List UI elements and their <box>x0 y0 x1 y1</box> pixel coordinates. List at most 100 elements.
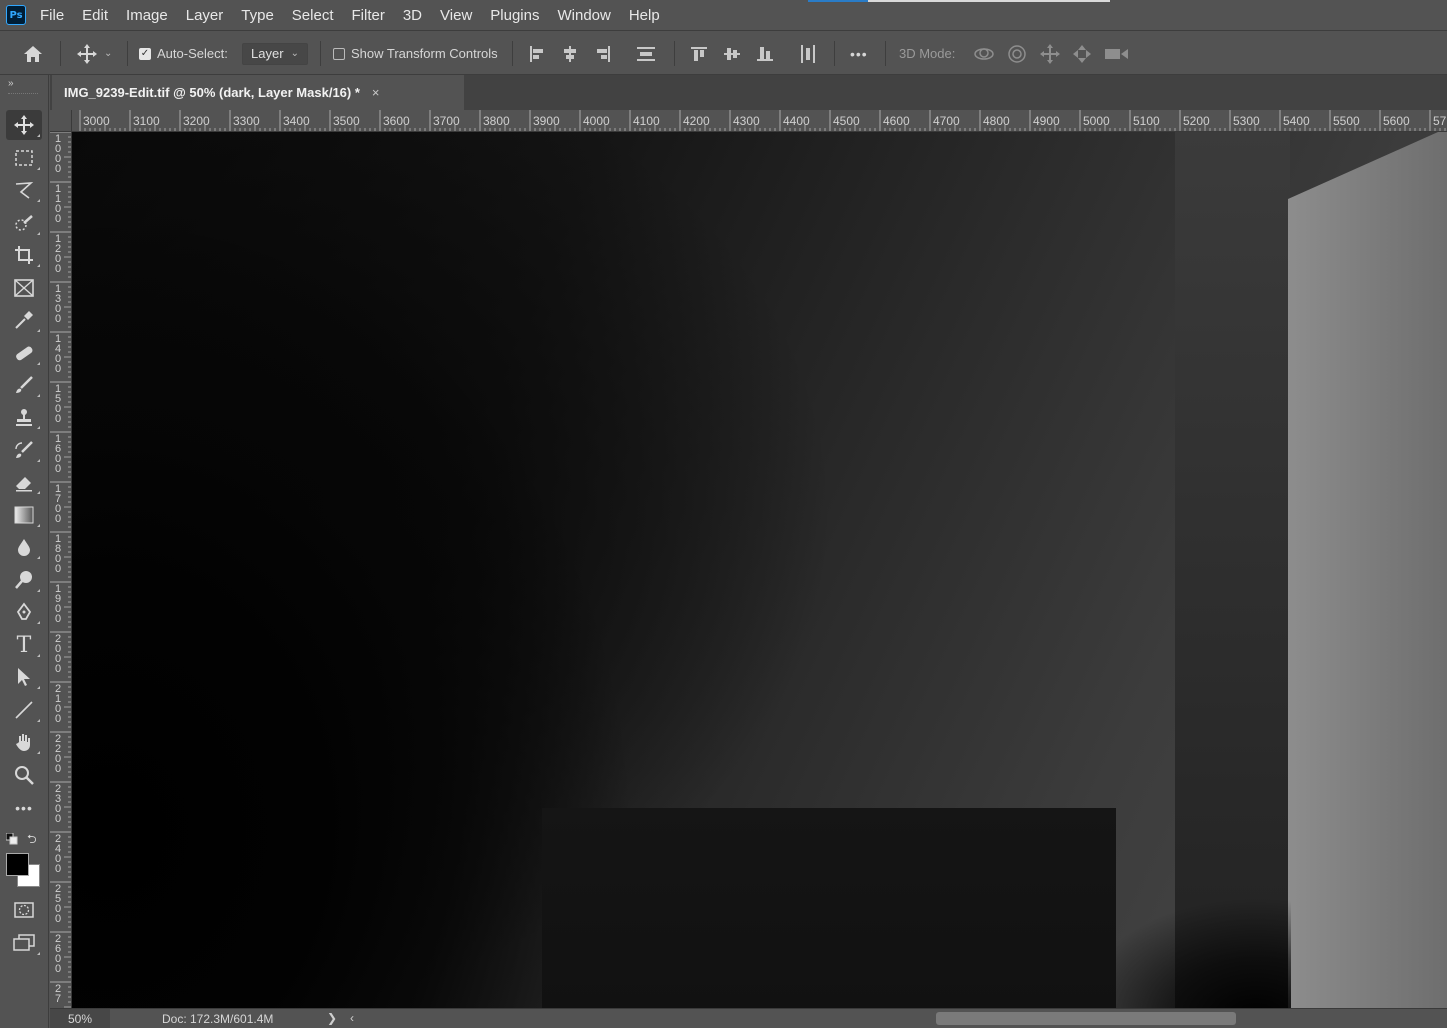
align-horizontal-center-button[interactable] <box>561 31 579 76</box>
quick-selection-tool[interactable] <box>6 208 42 238</box>
move-tool-preset-button[interactable]: ⌄ <box>76 31 112 76</box>
canvas-bright-region <box>1288 132 1447 1008</box>
default-colors-icon <box>5 832 18 845</box>
ruler-label: 3100 <box>133 114 160 128</box>
menu-view[interactable]: View <box>440 7 472 24</box>
eraser-tool[interactable] <box>6 467 42 497</box>
default-colors-button[interactable] <box>5 832 18 845</box>
3d-orbit-button[interactable] <box>973 31 995 76</box>
dodge-tool[interactable] <box>6 565 42 595</box>
ruler-origin[interactable] <box>50 110 72 132</box>
pen-icon <box>16 602 32 620</box>
screen-mode-button[interactable] <box>6 928 42 958</box>
menu-image[interactable]: Image <box>126 7 168 24</box>
quick-mask-button[interactable] <box>6 895 42 925</box>
crop-tool[interactable] <box>6 240 42 270</box>
panel-grip[interactable] <box>8 93 38 95</box>
ruler-label: 2300 <box>54 783 62 825</box>
line-tool[interactable] <box>6 695 42 725</box>
ruler-label: 27 <box>54 983 62 1005</box>
ruler-label: 4000 <box>583 114 610 128</box>
3d-roll-button[interactable] <box>1006 31 1028 76</box>
show-transform-toggle[interactable]: Show Transform Controls <box>333 31 498 76</box>
expand-panel-icon[interactable]: » <box>8 78 14 89</box>
align-bottom-button[interactable] <box>756 31 774 76</box>
close-icon[interactable]: × <box>372 85 380 100</box>
align-center-icon <box>564 45 576 62</box>
auto-select-checkbox[interactable]: ✓ <box>139 47 151 60</box>
ruler-label: 5100 <box>1133 114 1160 128</box>
3d-camera-button[interactable] <box>1104 31 1130 76</box>
brush-tool[interactable] <box>6 370 42 400</box>
horizontal-ruler[interactable]: 3000 3100 3200 3300 3400 3500 3600 3700 3800 3900… <box>72 110 1447 132</box>
gradient-tool[interactable] <box>6 500 42 530</box>
pen-tool[interactable] <box>6 597 42 627</box>
menu-3d[interactable]: 3D <box>403 7 422 24</box>
distribute-vertical-button[interactable] <box>636 31 656 76</box>
photoshop-logo[interactable]: Ps <box>6 5 26 25</box>
horizontal-scrollbar-thumb[interactable] <box>936 1012 1236 1025</box>
3d-roll-icon <box>1008 44 1026 63</box>
ruler-label: 5400 <box>1283 114 1310 128</box>
ruler-label: 2100 <box>54 683 62 725</box>
swap-colors-icon[interactable]: ⮌ <box>27 830 37 851</box>
healing-brush-tool[interactable] <box>6 338 42 368</box>
scroll-left-icon[interactable]: ‹ <box>350 1011 354 1025</box>
eyedropper-tool[interactable] <box>6 305 42 335</box>
screen-mode-icon <box>13 934 35 951</box>
align-right-button[interactable] <box>594 31 612 76</box>
menu-type[interactable]: Type <box>241 7 274 24</box>
menu-filter[interactable]: Filter <box>352 7 385 24</box>
auto-select-target-select[interactable]: Layer ⌄ <box>242 31 308 76</box>
home-button[interactable] <box>22 31 44 76</box>
menu-window[interactable]: Window <box>557 7 610 24</box>
clone-stamp-tool[interactable] <box>6 402 42 432</box>
chevron-down-icon: ⌄ <box>104 48 113 59</box>
foreground-color-swatch[interactable] <box>6 853 29 876</box>
status-menu-icon[interactable]: ❯ <box>327 1011 337 1025</box>
auto-select-toggle[interactable]: ✓ Auto-Select: <box>139 31 228 76</box>
divider <box>674 41 675 66</box>
ruler-label: 3000 <box>83 114 110 128</box>
align-vertical-center-button[interactable] <box>723 31 741 76</box>
menu-file[interactable]: File <box>40 7 64 24</box>
ruler-label: 5300 <box>1233 114 1260 128</box>
menu-help[interactable]: Help <box>629 7 660 24</box>
dodge-icon <box>15 571 32 589</box>
ruler-label: 3900 <box>533 114 560 128</box>
zoom-level-field[interactable]: 50% <box>50 1009 110 1028</box>
edit-toolbar-button[interactable]: ••• <box>6 793 42 823</box>
hand-tool[interactable] <box>6 727 42 757</box>
menu-select[interactable]: Select <box>292 7 334 24</box>
more-options-button[interactable]: ••• <box>850 31 868 76</box>
ruler-label: 3600 <box>383 114 410 128</box>
menu-edit[interactable]: Edit <box>82 7 108 24</box>
document-tab[interactable]: IMG_9239-Edit.tif @ 50% (dark, Layer Mas… <box>52 75 464 110</box>
3d-slide-button[interactable] <box>1071 31 1093 76</box>
menu-plugins[interactable]: Plugins <box>490 7 539 24</box>
ruler-label: 5600 <box>1383 114 1410 128</box>
align-left-button[interactable] <box>528 31 546 76</box>
vertical-ruler[interactable]: 1000 1100 1200 1300 1400 1500 1600 1700 1800 1900… <box>50 132 72 1008</box>
ruler-label: 4300 <box>733 114 760 128</box>
divider <box>885 41 886 66</box>
ruler-label: 1400 <box>54 333 62 375</box>
lasso-tool[interactable] <box>6 175 42 205</box>
align-middle-icon <box>724 47 740 60</box>
history-brush-tool[interactable] <box>6 435 42 465</box>
menu-layer[interactable]: Layer <box>186 7 224 24</box>
distribute-horizontal-button[interactable] <box>799 31 817 76</box>
path-selection-tool[interactable] <box>6 662 42 692</box>
blur-tool[interactable] <box>6 532 42 562</box>
type-tool[interactable]: T <box>6 630 42 660</box>
ruler-label: 4100 <box>633 114 660 128</box>
3d-pan-button[interactable] <box>1039 31 1061 76</box>
align-top-button[interactable] <box>690 31 708 76</box>
document-canvas[interactable] <box>72 132 1447 1008</box>
show-transform-checkbox[interactable] <box>333 47 345 60</box>
move-tool[interactable] <box>6 110 42 140</box>
frame-tool[interactable] <box>6 273 42 303</box>
zoom-tool[interactable] <box>6 760 42 790</box>
ruler-label: 4900 <box>1033 114 1060 128</box>
rectangular-marquee-tool[interactable] <box>6 143 42 173</box>
